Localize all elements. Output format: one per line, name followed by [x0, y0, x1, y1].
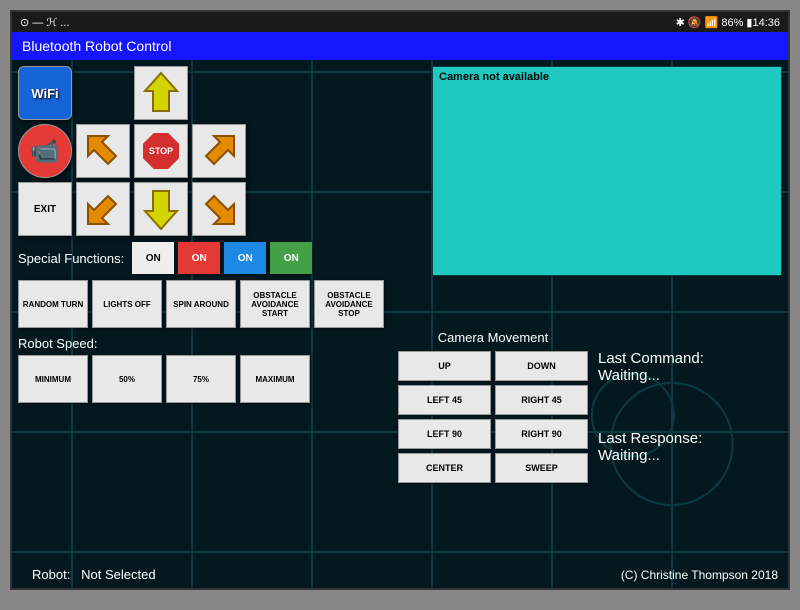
forward-button[interactable]	[134, 66, 188, 120]
lights-off-button[interactable]: LIGHTS OFF	[92, 280, 162, 328]
cam-left45-button[interactable]: LEFT 45	[398, 385, 491, 415]
cam-sweep-button[interactable]: SWEEP	[495, 453, 588, 483]
special-toggle-2[interactable]: ON	[178, 242, 220, 274]
special-toggle-1[interactable]: ON	[132, 242, 174, 274]
app-title: Bluetooth Robot Control	[22, 38, 171, 54]
camera-status: Camera not available	[433, 67, 781, 87]
obstacle-stop-button[interactable]: OBSTACLE AVOIDANCE STOP	[314, 280, 384, 328]
special-toggle-3[interactable]: ON	[224, 242, 266, 274]
turn-left-back-button[interactable]	[76, 182, 130, 236]
camera-icon: 📹	[30, 137, 60, 166]
turn-right-back-button[interactable]	[192, 182, 246, 236]
cam-right90-button[interactable]: RIGHT 90	[495, 419, 588, 449]
status-bar: ⊙ — ℋ ... ✱ 🔕 📶 86% ▮14:36	[12, 12, 788, 32]
wifi-button[interactable]: WiFi	[18, 66, 72, 120]
random-turn-button[interactable]: RANDOM TURN	[18, 280, 88, 328]
copyright: (C) Christine Thompson 2018	[621, 568, 778, 582]
last-command: Last Command: Waiting...	[598, 350, 768, 384]
speed-min-button[interactable]: MINIMUM	[18, 355, 88, 403]
turn-left-fwd-button[interactable]	[76, 124, 130, 178]
status-left: ⊙ — ℋ ...	[20, 16, 69, 29]
camera-view: Camera not available	[432, 66, 782, 276]
title-bar: Bluetooth Robot Control	[12, 32, 788, 60]
special-toggle-4[interactable]: ON	[270, 242, 312, 274]
exit-button[interactable]: EXIT	[18, 182, 72, 236]
status-right: ✱ 🔕 📶 86% ▮14:36	[676, 16, 780, 29]
speed-max-button[interactable]: MAXIMUM	[240, 355, 310, 403]
wifi-icon: WiFi	[31, 86, 58, 101]
stop-button[interactable]: STOP	[134, 124, 188, 178]
obstacle-start-button[interactable]: OBSTACLE AVOIDANCE START	[240, 280, 310, 328]
special-functions-label: Special Functions:	[18, 251, 124, 266]
record-button[interactable]: 📹	[18, 124, 72, 178]
cam-left90-button[interactable]: LEFT 90	[398, 419, 491, 449]
cam-center-button[interactable]: CENTER	[398, 453, 491, 483]
stop-icon: STOP	[143, 133, 179, 169]
camera-movement-label: Camera Movement	[398, 330, 588, 345]
last-response: Last Response: Waiting...	[598, 430, 768, 464]
cam-right45-button[interactable]: RIGHT 45	[495, 385, 588, 415]
speed-75-button[interactable]: 75%	[166, 355, 236, 403]
turn-right-fwd-button[interactable]	[192, 124, 246, 178]
robot-status: Robot: Not Selected	[32, 567, 156, 582]
cam-up-button[interactable]: UP	[398, 351, 491, 381]
backward-button[interactable]	[134, 182, 188, 236]
cam-down-button[interactable]: DOWN	[495, 351, 588, 381]
spin-around-button[interactable]: SPIN AROUND	[166, 280, 236, 328]
speed-50-button[interactable]: 50%	[92, 355, 162, 403]
